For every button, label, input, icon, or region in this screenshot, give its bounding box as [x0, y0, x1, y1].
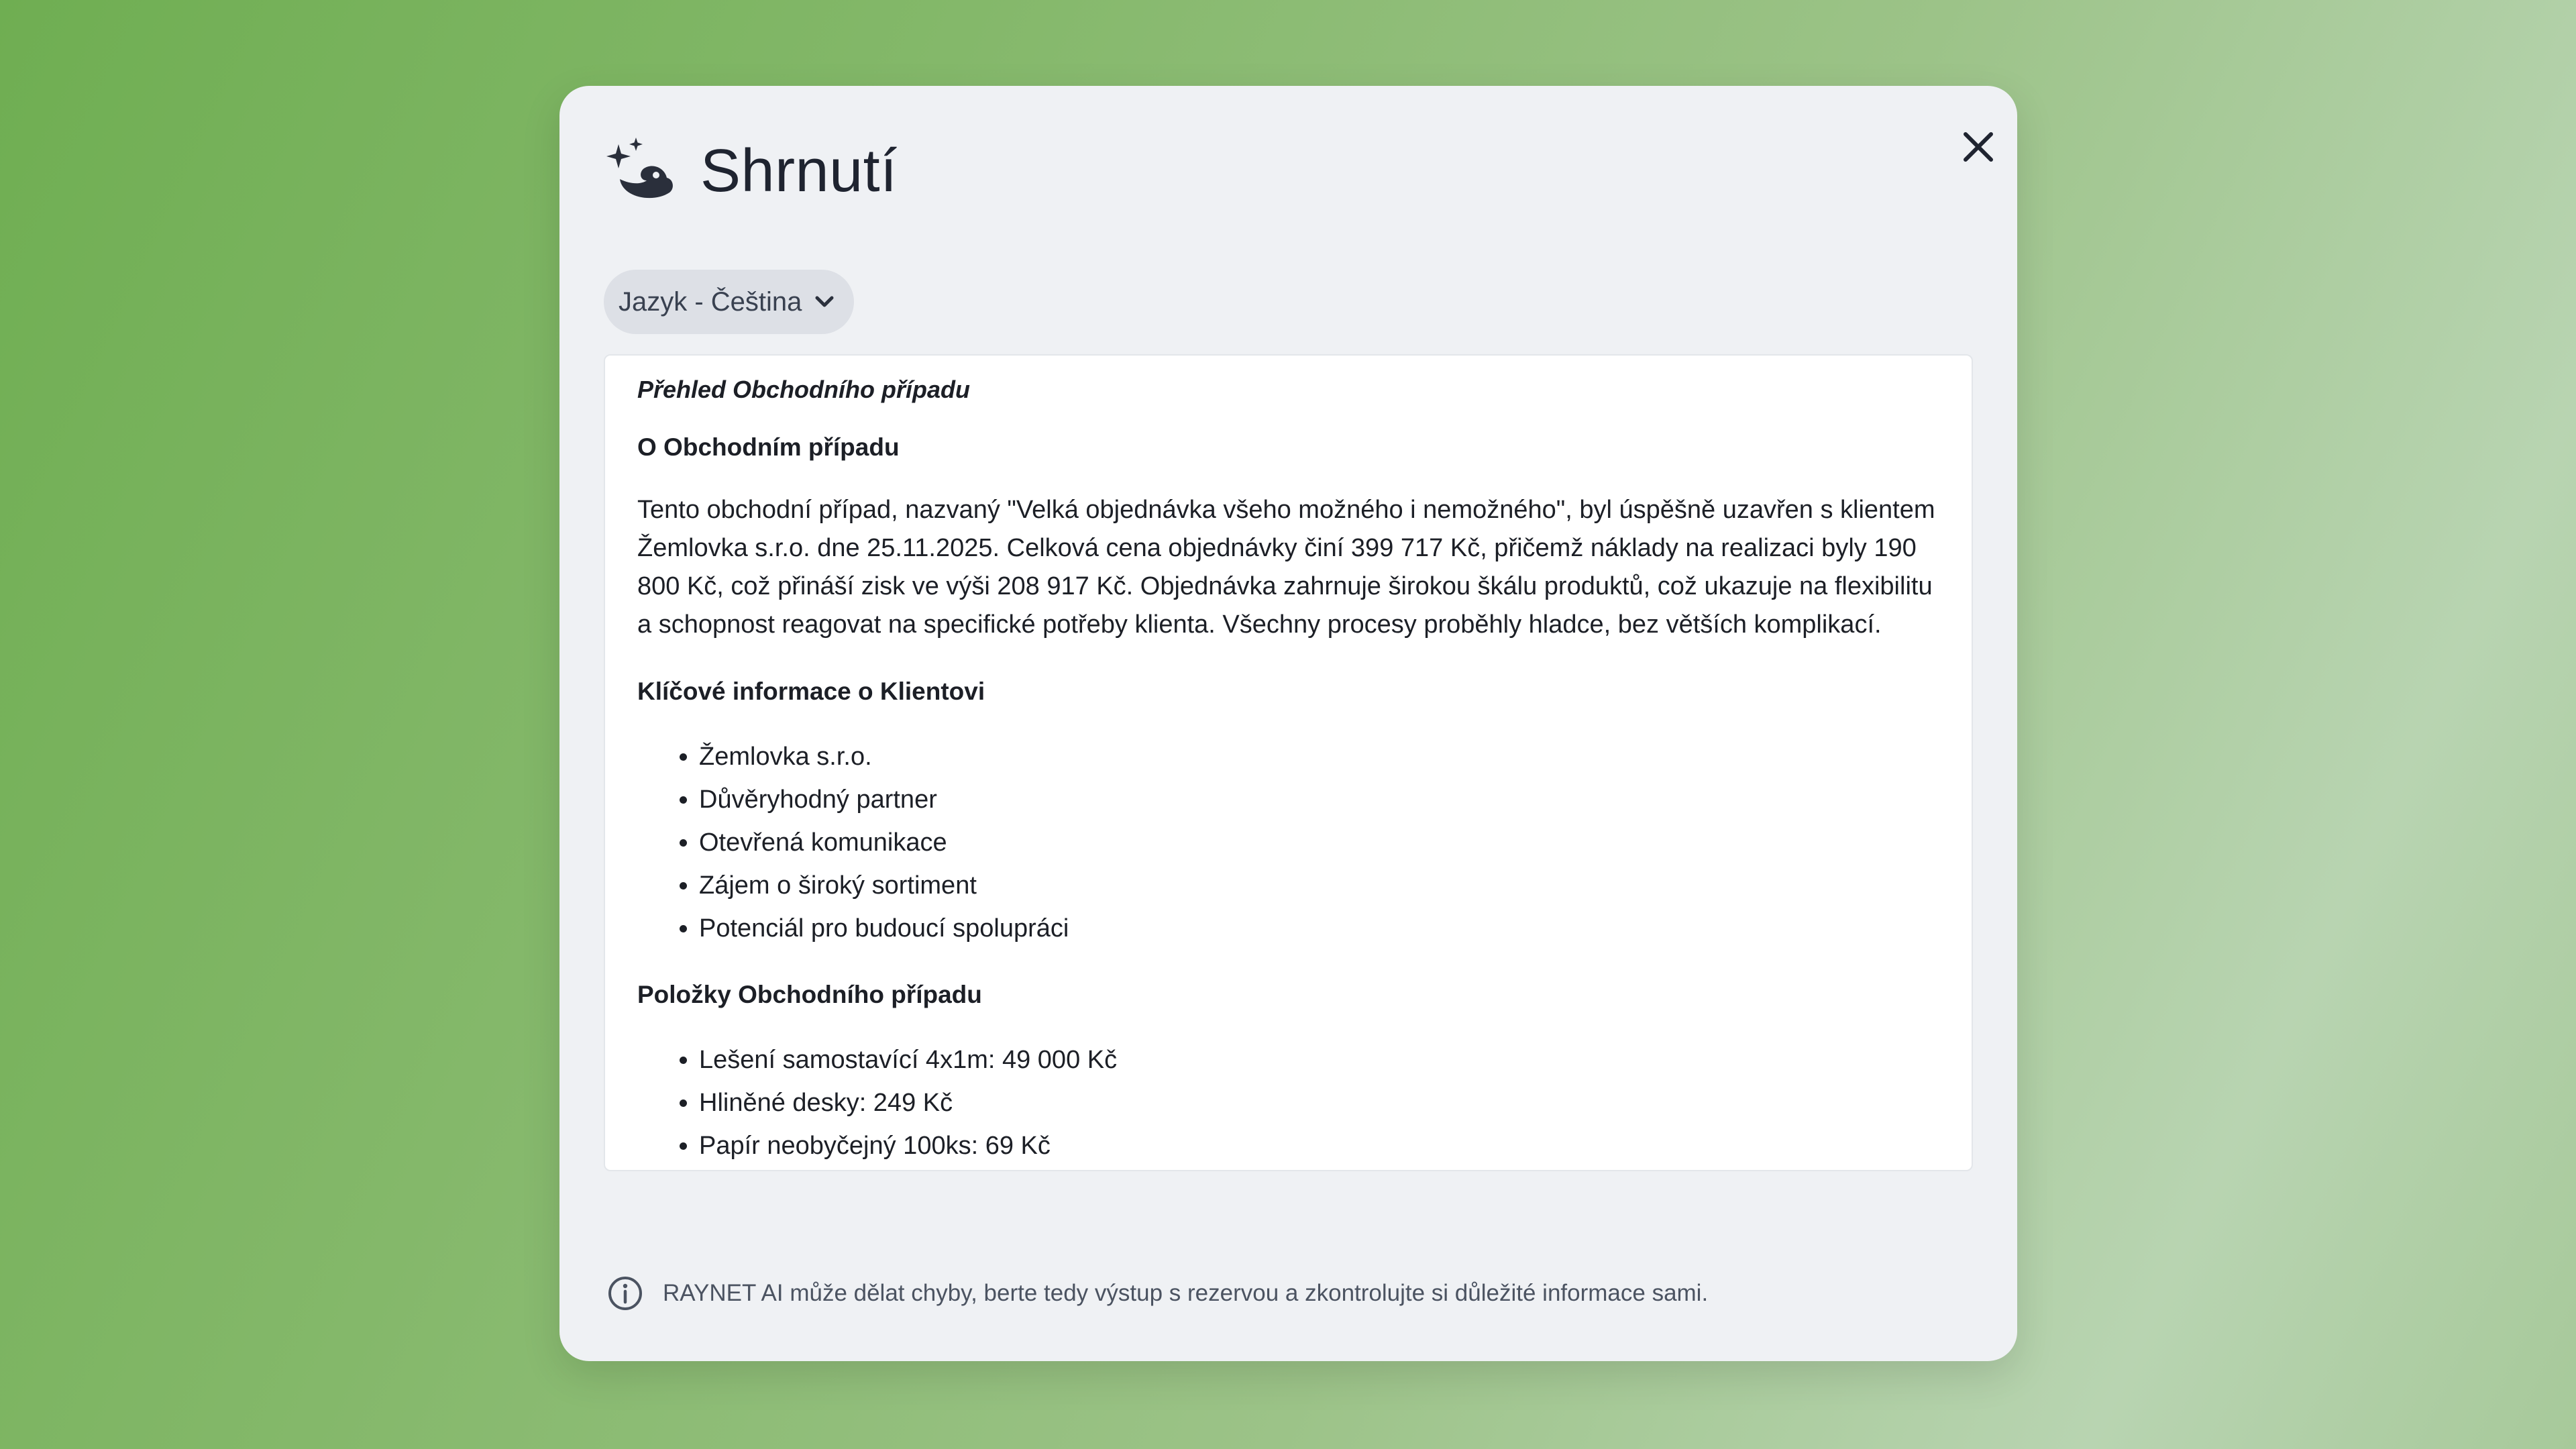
list-item: Důvěryhodný partner	[699, 778, 1939, 821]
sparkle-magic-icon	[606, 136, 676, 206]
items-heading: Položky Obchodního případu	[637, 981, 982, 1008]
client-heading: Klíčové informace o Klientovi	[637, 678, 985, 705]
dialog-header: Shrnutí	[606, 127, 898, 215]
chevron-down-icon	[812, 290, 837, 314]
language-select[interactable]: Jazyk - Čeština	[604, 270, 855, 334]
list-item: Potenciál pro budoucí spolupráci	[699, 907, 1939, 950]
summary-dialog: Shrnutí Jazyk - Čeština Přehled Obchodní…	[559, 86, 2017, 1361]
about-heading: O Obchodním případu	[637, 433, 900, 461]
close-icon	[1962, 130, 1995, 167]
list-item: Papír neobyčejný 100ks: 69 Kč	[699, 1124, 1939, 1167]
list-item: Žemlovka s.r.o.	[699, 735, 1939, 778]
about-paragraph: Tento obchodní případ, nazvaný "Velká ob…	[637, 496, 1935, 639]
list-item: Otevřená komunikace	[699, 821, 1939, 864]
list-item: Zájem o široký sortiment	[699, 864, 1939, 907]
summary-content[interactable]: Přehled Obchodního případu O Obchodním p…	[604, 354, 1973, 1171]
ai-disclaimer: RAYNET AI může dělat chyby, berte tedy v…	[606, 1275, 1708, 1312]
summary-heading: Přehled Obchodního případu	[637, 376, 971, 403]
disclaimer-text: RAYNET AI může dělat chyby, berte tedy v…	[663, 1280, 1709, 1306]
close-button[interactable]	[1941, 111, 2015, 185]
dialog-title: Shrnutí	[700, 137, 898, 205]
language-select-label: Jazyk - Čeština	[619, 286, 802, 317]
info-icon	[606, 1275, 644, 1312]
order-items-list: Lešení samostavící 4x1m: 49 000 Kč Hlině…	[637, 1038, 1939, 1167]
client-list: Žemlovka s.r.o. Důvěryhodný partner Otev…	[637, 735, 1939, 950]
list-item: Hliněné desky: 249 Kč	[699, 1081, 1939, 1124]
list-item: Lešení samostavící 4x1m: 49 000 Kč	[699, 1038, 1939, 1081]
